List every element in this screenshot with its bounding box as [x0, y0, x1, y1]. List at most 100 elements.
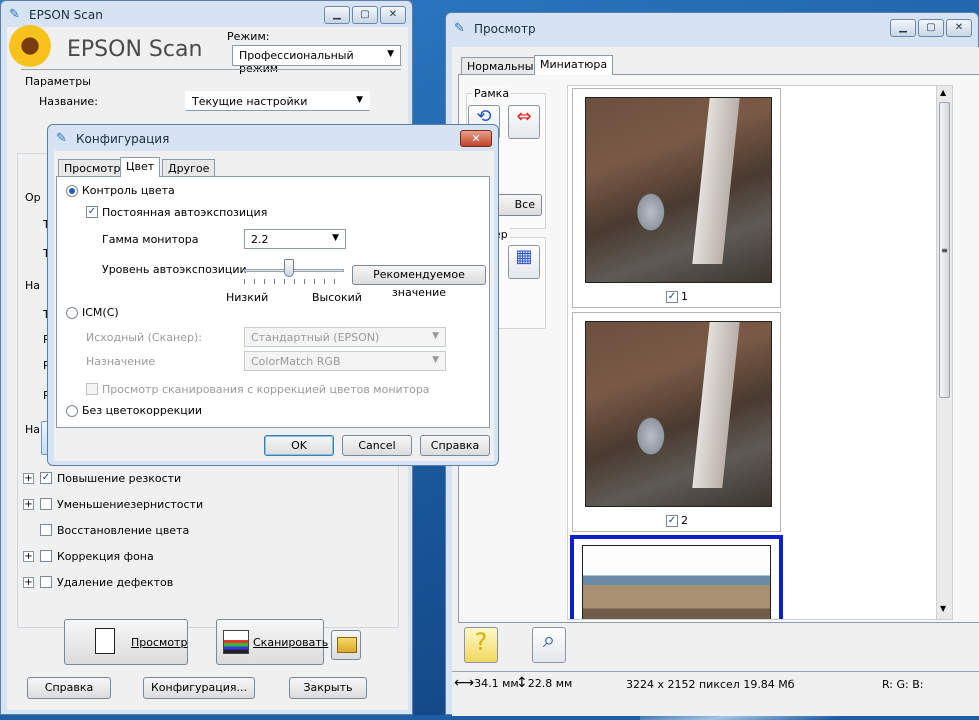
help-button[interactable]: Справка	[27, 677, 111, 699]
tab-other-label: Другое	[168, 162, 210, 175]
recommended-button[interactable]: Рекомендуемое значение	[352, 265, 486, 299]
configuration-button[interactable]: Конфигурация...	[143, 677, 255, 699]
question-icon[interactable]: ?	[464, 627, 498, 663]
preview-window: ✎ Просмотр ▁ ▢ ✕ Нормальный Миниатюра Ра…	[445, 12, 979, 716]
ok-button[interactable]: OK	[264, 435, 334, 456]
target-label: Назначение	[86, 355, 156, 368]
option-label: Удаление дефектов	[57, 576, 174, 589]
help-button-label: Справка	[44, 681, 94, 694]
source-value: Стандартный (EPSON)	[251, 331, 380, 344]
name-select[interactable]: Текущие настройки ▼	[185, 91, 370, 111]
thumbnail-1-checkbox[interactable]: ✓	[666, 291, 678, 303]
thumbnail-scrollbar[interactable]: ▲ ≡ ▼	[936, 86, 952, 619]
scroll-thumb[interactable]: ≡	[939, 102, 950, 398]
preview-maximize-button[interactable]: ▢	[918, 19, 944, 37]
thumbnail-2[interactable]: ✓ 2	[572, 312, 781, 532]
tab-other[interactable]: Другое	[162, 159, 216, 177]
target-select[interactable]: ColorMatch RGB ▼	[244, 351, 446, 371]
option-checkbox[interactable]	[40, 576, 52, 588]
color-control-radio[interactable]	[66, 185, 78, 197]
thumbnail-2-checkbox[interactable]: ✓	[666, 515, 678, 527]
scroll-up-arrow[interactable]: ▲	[940, 88, 946, 97]
tab-preview-label: Просмотр	[64, 162, 121, 175]
tab-color-label: Цвет	[126, 160, 155, 173]
close-dialog-button-label: Закрыть	[303, 681, 353, 694]
thumbnail-1[interactable]: ✓ 1	[572, 88, 781, 308]
close-button[interactable]: ✕	[380, 6, 406, 24]
expand-icon[interactable]: +	[23, 577, 34, 588]
status-pixels: 3224 x 2152 пиксел 19.84 Мб	[626, 678, 795, 691]
tab-color[interactable]: Цвет	[120, 157, 161, 177]
thumbnail-1-image	[585, 97, 772, 283]
config-titlebar[interactable]: ✎ Конфигурация	[48, 125, 498, 153]
config-help-button[interactable]: Справка	[420, 435, 490, 456]
source-label: Исходный (Сканер):	[86, 331, 202, 344]
status-height-value: 22.8 мм	[527, 677, 573, 690]
mode-label: Режим:	[227, 30, 270, 43]
tab-thumbnail-label: Миниатюра	[540, 58, 608, 71]
ok-button-label: OK	[291, 439, 307, 452]
chevron-down-icon: ▼	[432, 331, 439, 341]
no-correction-label: Без цветокоррекции	[82, 404, 203, 417]
slider-ticks	[244, 279, 344, 284]
scroll-down-arrow[interactable]: ▼	[940, 604, 946, 613]
preview-minimize-button[interactable]: ▁	[890, 19, 916, 37]
expand-icon[interactable]: +	[23, 551, 34, 562]
icm-radio[interactable]	[66, 307, 78, 319]
scan-button[interactable]: Сканировать	[216, 619, 328, 665]
frame-delete-icon[interactable]: ⇔	[508, 105, 540, 139]
option-checkbox[interactable]: ✓	[40, 472, 52, 484]
configuration-dialog: ✎ Конфигурация ✕ Просмотр Цвет Другое Ко…	[47, 124, 499, 466]
status-rgb: R: G: B:	[882, 678, 924, 691]
option-checkbox[interactable]	[40, 498, 52, 510]
close-dialog-button[interactable]: Закрыть	[289, 677, 367, 699]
option-checkbox[interactable]	[40, 524, 52, 536]
chevron-down-icon: ▼	[387, 49, 394, 59]
minimize-button[interactable]: ▁	[324, 6, 350, 24]
no-correction-radio[interactable]	[66, 405, 78, 417]
grid-icon[interactable]: ▦	[508, 245, 540, 279]
option-label: Уменьшениезернистости	[57, 498, 204, 511]
preview-button[interactable]: Просмотр	[64, 619, 188, 665]
width-arrow-icon: ⟷	[454, 675, 475, 691]
thumbnail-list: ✓ 1 ✓ 2 ▲ ≡ ▼	[567, 85, 953, 620]
auto-exposure-checkbox[interactable]: ✓	[86, 206, 98, 218]
status-width-value: 34.1 мм	[474, 677, 519, 690]
zoom-icon[interactable]: ⌕	[532, 627, 566, 663]
cancel-button[interactable]: Cancel	[342, 435, 412, 456]
name-value: Текущие настройки	[192, 95, 308, 108]
mode-select[interactable]: Профессиональный режим ▼	[232, 45, 401, 75]
preview-app-icon: ✎	[454, 21, 465, 36]
option-checkbox[interactable]	[40, 550, 52, 562]
option-row: + Коррекция фона	[7, 549, 387, 569]
preview-window-controls: ▁ ▢ ✕	[890, 19, 972, 37]
document-icon	[95, 628, 115, 654]
gamma-select[interactable]: 2.2 ▼	[244, 229, 346, 249]
tab-normal-label: Нормальный	[467, 60, 541, 73]
auto-level-slider-track[interactable]	[244, 269, 344, 272]
config-close-button[interactable]: ✕	[460, 130, 492, 147]
source-select[interactable]: Стандартный (EPSON) ▼	[244, 327, 446, 347]
tab-preview[interactable]: Просмотр	[58, 159, 127, 177]
preview-close-button[interactable]: ✕	[946, 19, 972, 37]
preview-correction-checkbox[interactable]	[86, 383, 98, 395]
chevron-down-icon: ▼	[432, 355, 439, 365]
tab-thumbnail[interactable]: Миниатюра	[534, 55, 614, 75]
expand-icon[interactable]: +	[23, 499, 34, 510]
maximize-button[interactable]: ▢	[352, 6, 378, 24]
thumbnail-3[interactable]	[570, 535, 783, 619]
thumbnail-2-label: 2	[681, 514, 688, 527]
gamma-value: 2.2	[251, 233, 269, 246]
preview-correction-label: Просмотр сканирования с коррекцией цвето…	[102, 383, 430, 396]
expand-icon[interactable]: +	[23, 473, 34, 484]
auto-level-slider-thumb[interactable]	[284, 259, 294, 277]
low-label: Низкий	[226, 291, 269, 304]
folder-button[interactable]	[331, 630, 361, 660]
option-row: + Уменьшениезернистости	[7, 497, 387, 517]
gamma-label: Гамма монитора	[102, 233, 199, 246]
preview-title: Просмотр	[474, 22, 536, 36]
configuration-button-label: Конфигурация...	[150, 681, 248, 694]
status-width: ⟷34.1 мм	[454, 675, 519, 691]
preview-client: Нормальный Миниатюра Рамка ⟲ ⇔ Все ер ▦ …	[452, 47, 979, 716]
chevron-down-icon: ▼	[356, 95, 363, 105]
